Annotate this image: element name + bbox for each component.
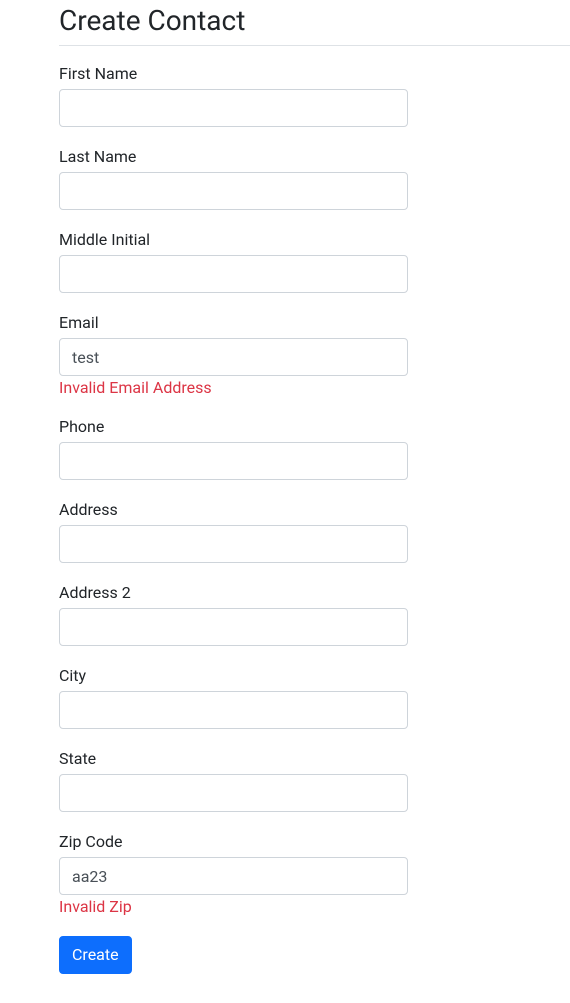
email-group: Email Invalid Email Address <box>59 313 570 397</box>
phone-input[interactable] <box>59 442 408 480</box>
zip-input[interactable] <box>59 857 408 895</box>
title-divider <box>59 45 570 46</box>
email-label: Email <box>59 313 570 332</box>
email-error: Invalid Email Address <box>59 378 570 397</box>
address-input[interactable] <box>59 525 408 563</box>
first-name-input[interactable] <box>59 89 408 127</box>
phone-group: Phone <box>59 417 570 480</box>
page-title: Create Contact <box>59 4 570 37</box>
city-label: City <box>59 666 570 685</box>
address2-input[interactable] <box>59 608 408 646</box>
zip-group: Zip Code Invalid Zip <box>59 832 570 916</box>
address-label: Address <box>59 500 570 519</box>
last-name-input[interactable] <box>59 172 408 210</box>
city-input[interactable] <box>59 691 408 729</box>
middle-initial-label: Middle Initial <box>59 230 570 249</box>
state-group: State <box>59 749 570 812</box>
state-input[interactable] <box>59 774 408 812</box>
first-name-label: First Name <box>59 64 570 83</box>
first-name-group: First Name <box>59 64 570 127</box>
create-button[interactable]: Create <box>59 936 132 974</box>
address2-label: Address 2 <box>59 583 570 602</box>
middle-initial-input[interactable] <box>59 255 408 293</box>
create-contact-form: First Name Last Name Middle Initial Emai… <box>59 64 570 974</box>
middle-initial-group: Middle Initial <box>59 230 570 293</box>
zip-label: Zip Code <box>59 832 570 851</box>
email-input[interactable] <box>59 338 408 376</box>
city-group: City <box>59 666 570 729</box>
last-name-group: Last Name <box>59 147 570 210</box>
address2-group: Address 2 <box>59 583 570 646</box>
state-label: State <box>59 749 570 768</box>
last-name-label: Last Name <box>59 147 570 166</box>
zip-error: Invalid Zip <box>59 897 570 916</box>
phone-label: Phone <box>59 417 570 436</box>
address-group: Address <box>59 500 570 563</box>
